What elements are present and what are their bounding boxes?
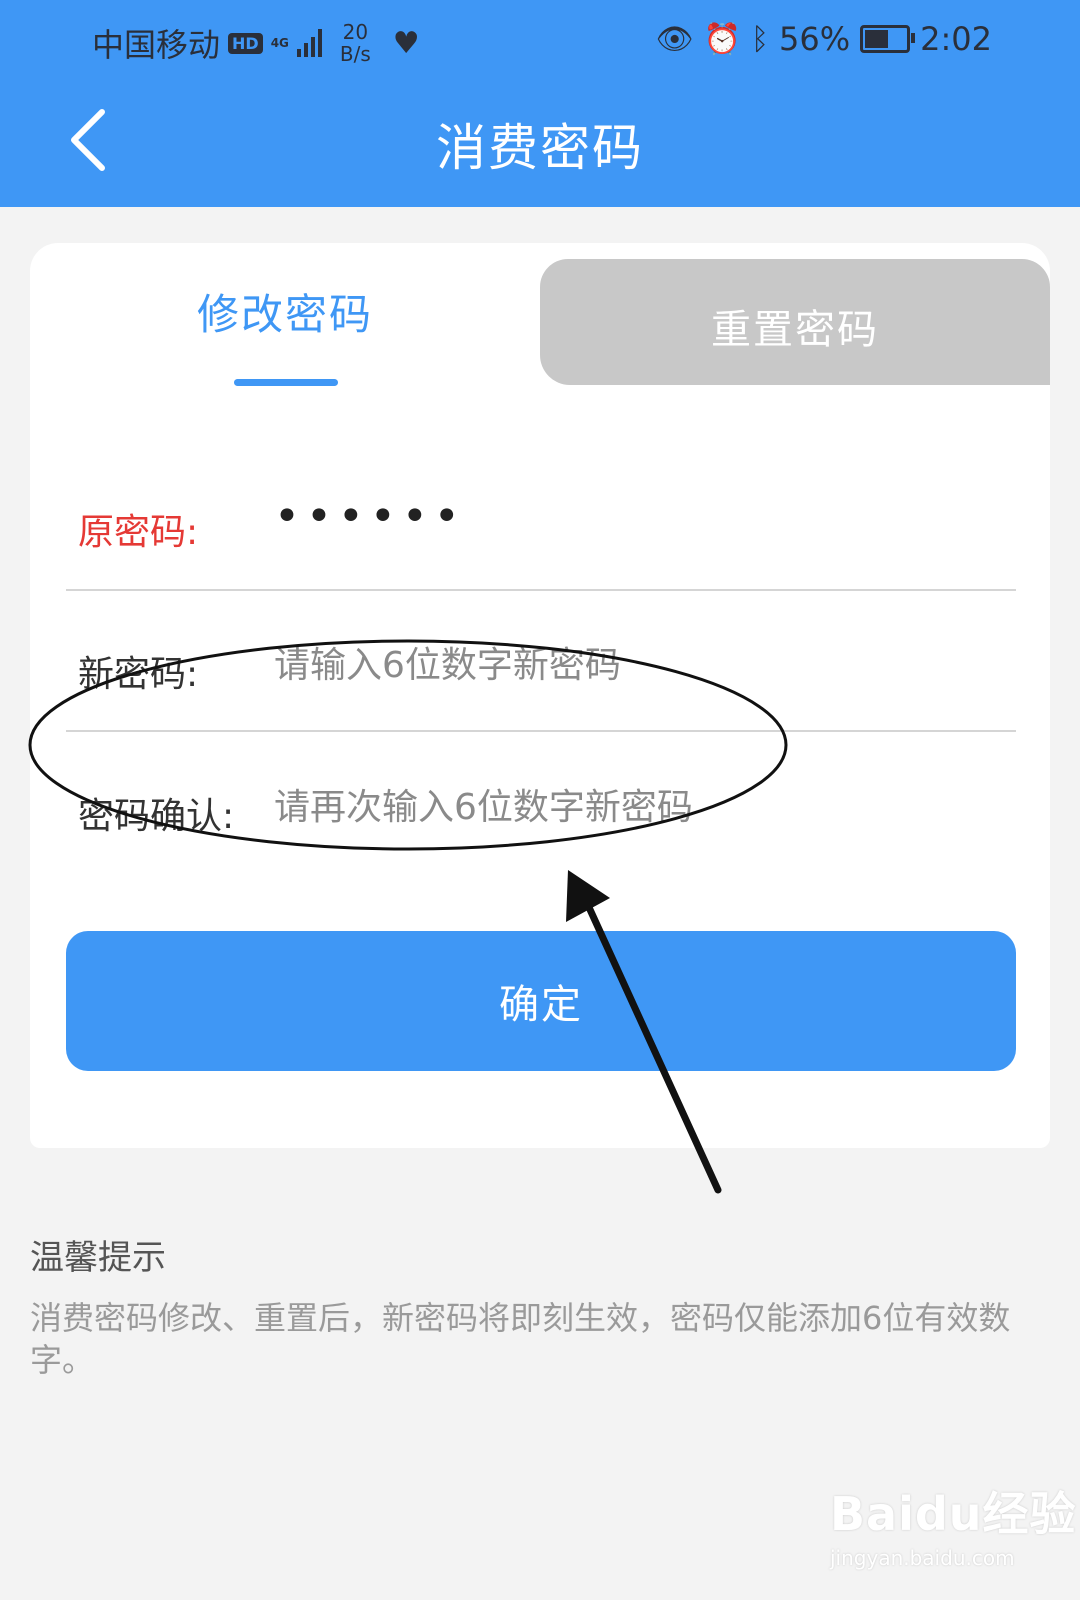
confirm-password-label: 密码确认: xyxy=(78,796,235,837)
watermark-logo: Baidu经验 xyxy=(830,1487,1077,1541)
tab-change-password[interactable]: 修改密码 xyxy=(30,243,540,383)
baidu-watermark: Baidu经验 jingyan.baidu.com xyxy=(830,1478,1077,1570)
active-tab-indicator xyxy=(234,379,338,386)
battery-icon xyxy=(860,25,916,53)
battery-percent: 56% xyxy=(779,20,851,58)
tips-body: 消费密码修改、重置后，新密码将即刻生效，密码仅能添加6位有效数字。 xyxy=(30,1299,1011,1379)
old-password-input[interactable]: •••••• xyxy=(274,491,994,542)
speed-value: 20 xyxy=(342,20,369,44)
signal-icon xyxy=(296,29,322,57)
page-title: 消费密码 xyxy=(436,119,644,177)
divider xyxy=(66,589,1016,591)
tab-label: 修改密码 xyxy=(196,290,373,339)
tips-section: 温馨提示 消费密码修改、重置后，新密码将即刻生效，密码仅能添加6位有效数字。 xyxy=(30,1230,1050,1381)
app-bar: 中国移动 HD 4G 20 B/s ♥ 👁 ⏰ ᛒ 56% 2:02 消费密码 xyxy=(0,0,1080,207)
tips-title: 温馨提示 xyxy=(30,1238,166,1278)
alarm-icon: ⏰ xyxy=(703,21,742,57)
old-password-row: 原密码: •••••• xyxy=(66,463,1016,603)
tab-reset-password[interactable]: 重置密码 xyxy=(540,259,1050,385)
divider xyxy=(66,730,1016,732)
speed-unit: B/s xyxy=(339,42,371,66)
confirm-password-input[interactable] xyxy=(274,787,994,828)
network-type: 4G xyxy=(270,36,289,50)
status-bar-left: 中国移动 HD 4G 20 B/s ♥ xyxy=(92,20,420,66)
confirm-button[interactable]: 确定 xyxy=(66,931,1016,1071)
health-icon: ♥ xyxy=(392,25,420,61)
status-time: 2:02 xyxy=(920,20,992,58)
status-bar-right: 👁 ⏰ ᛒ 56% 2:02 xyxy=(656,20,992,58)
eye-icon: 👁 xyxy=(655,21,694,57)
carrier-name: 中国移动 xyxy=(92,26,221,64)
hd-badge: HD xyxy=(228,32,263,54)
confirm-password-row: 密码确认: xyxy=(66,747,1016,887)
network-speed: 20 B/s xyxy=(340,21,371,65)
password-card: 重置密码 修改密码 原密码: •••••• 新密码: 密码确认: 确定 xyxy=(30,243,1050,1148)
new-password-input[interactable] xyxy=(274,645,994,686)
watermark-url: jingyan.baidu.com xyxy=(830,1546,1015,1570)
battery-fill xyxy=(865,30,888,48)
new-password-row: 新密码: xyxy=(66,605,1016,745)
new-password-label: 新密码: xyxy=(78,654,199,695)
tab-label: 重置密码 xyxy=(711,307,879,353)
bluetooth-icon: ᛒ xyxy=(751,21,770,57)
old-password-label: 原密码: xyxy=(78,512,199,553)
